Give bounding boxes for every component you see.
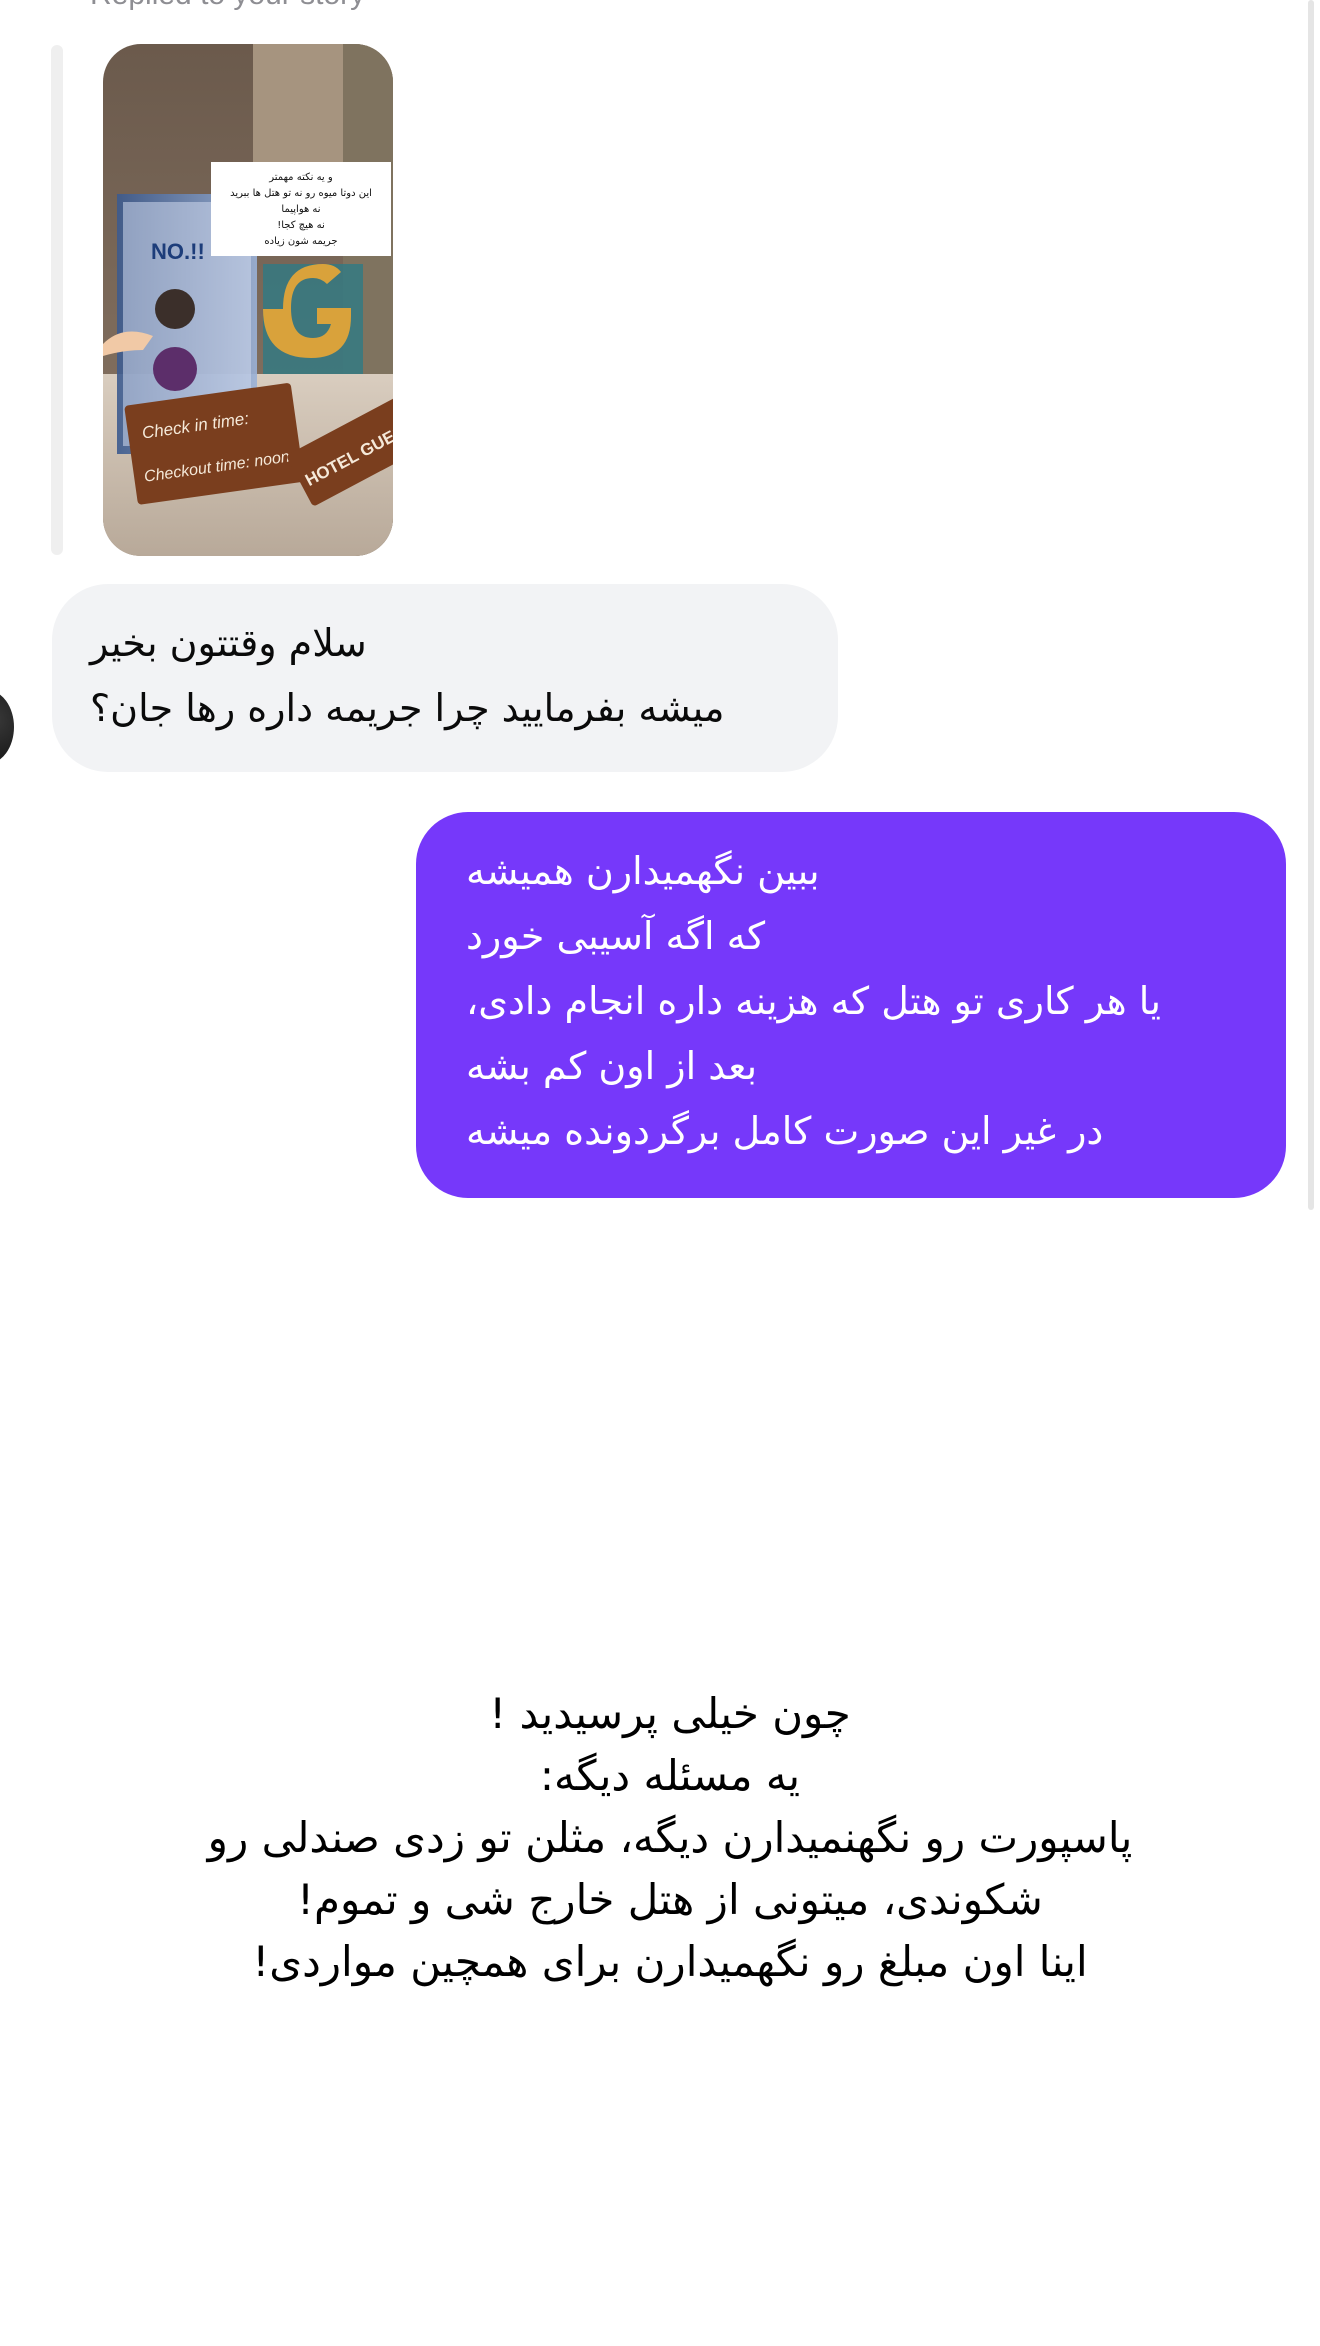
caption-line: اینا اون مبلغ رو نگهمیدارن برای همچین مو… xyxy=(252,1937,1088,1986)
outgoing-message-bubble[interactable]: ببین نگهمیدارن همیشه که اگه آسیبی خورد ی… xyxy=(416,812,1286,1198)
story-sticker-line-1: و یه نکته مهمتر xyxy=(268,172,333,183)
outgoing-message-line: بعد از اون کم بشه xyxy=(466,1044,758,1088)
outgoing-message-line: ببین نگهمیدارن همیشه xyxy=(466,849,820,893)
incoming-message-bubble[interactable]: سلام وقتتون بخیر میشه بفرمایید چرا جریمه… xyxy=(52,584,838,772)
story-sign-no: NO.!! xyxy=(151,239,205,264)
caption-line: شکوندی، میتونی از هتل خارج شی و تموم! xyxy=(297,1875,1043,1924)
reply-context-label: Replied to your story xyxy=(90,0,365,12)
story-sticker-line-2: این دوتا میوه رو نه تو هتل ها ببرید xyxy=(230,188,372,199)
reply-quote-bar xyxy=(51,45,63,555)
story-sticker-line-5: جریمه شون زیاده xyxy=(264,236,337,247)
caption-line: چون خیلی پرسیدید ! xyxy=(489,1689,851,1738)
caption-line: یه مسئله دیگه: xyxy=(539,1751,801,1800)
outgoing-message-line: یا هر کاری تو هتل که هزینه داره انجام دا… xyxy=(466,979,1161,1023)
sender-avatar[interactable] xyxy=(0,690,14,764)
story-sticker-line-4: نه هیچ کجا! xyxy=(277,220,325,231)
caption-text: چون خیلی پرسیدید ! یه مسئله دیگه: پاسپور… xyxy=(0,1683,1320,1993)
scrollbar[interactable] xyxy=(1308,0,1314,1210)
caption-line: پاسپورت رو نگهنمیدارن دیگه، مثلن تو زدی … xyxy=(207,1813,1133,1862)
outgoing-message-line: که اگه آسیبی خورد xyxy=(466,914,766,958)
story-thumbnail[interactable]: NO.!! Check in time: Checkout time: noon… xyxy=(103,44,393,556)
outgoing-message-line: در غیر این صورت کامل برگردونده میشه xyxy=(466,1109,1104,1153)
story-sticker-line-3: نه هواپیما xyxy=(281,204,320,215)
incoming-message-line: میشه بفرمایید چرا جریمه داره رها جان؟ xyxy=(90,686,725,730)
incoming-message-line: سلام وقتتون بخیر xyxy=(90,621,367,665)
